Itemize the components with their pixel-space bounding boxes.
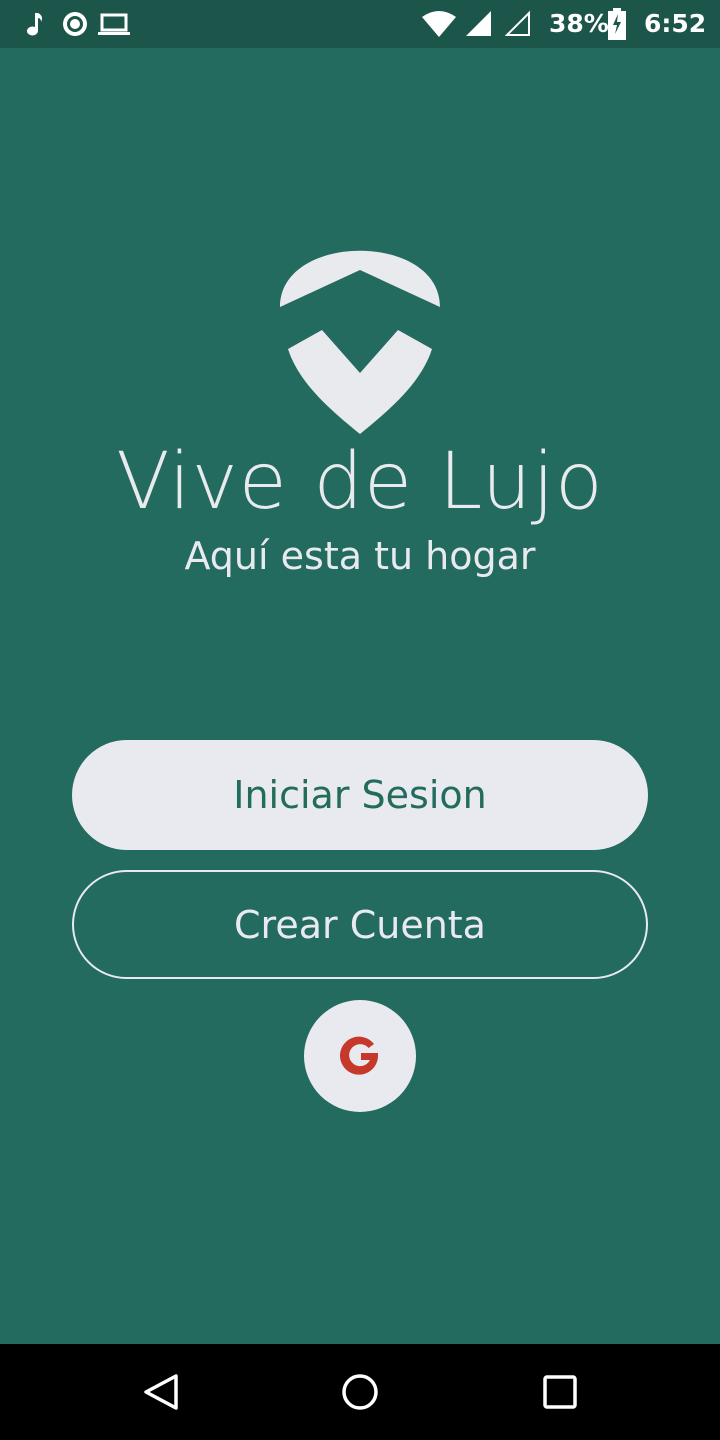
status-bar: 38% 6:52	[0, 0, 720, 48]
record-icon	[63, 12, 87, 36]
login-button[interactable]: Iniciar Sesion	[72, 740, 648, 850]
music-note-icon	[27, 13, 42, 36]
laptop-icon	[98, 13, 130, 35]
house-pin-logo	[280, 250, 440, 434]
google-sign-in-button[interactable]	[304, 1000, 416, 1112]
home-icon[interactable]	[336, 1368, 384, 1416]
recents-icon[interactable]	[536, 1368, 584, 1416]
app-subtitle: Aquí esta tu hogar	[184, 534, 536, 578]
welcome-screen: Vive de Lujo Aquí esta tu hogar Iniciar …	[0, 48, 720, 1344]
wifi-icon	[422, 11, 456, 37]
google-icon	[340, 1036, 378, 1075]
login-button-label: Iniciar Sesion	[233, 773, 487, 817]
create-account-button-label: Crear Cuenta	[234, 902, 486, 947]
clock: 6:52	[644, 9, 707, 38]
signal-empty-icon	[505, 10, 530, 36]
battery-percent: 38%	[549, 9, 609, 38]
navigation-bar	[0, 1344, 720, 1440]
signal-icon	[466, 11, 491, 36]
app-title: Vive de Lujo	[116, 437, 604, 527]
create-account-button[interactable]: Crear Cuenta	[72, 870, 648, 979]
battery-charging-icon	[608, 8, 626, 40]
back-icon[interactable]	[136, 1368, 184, 1416]
